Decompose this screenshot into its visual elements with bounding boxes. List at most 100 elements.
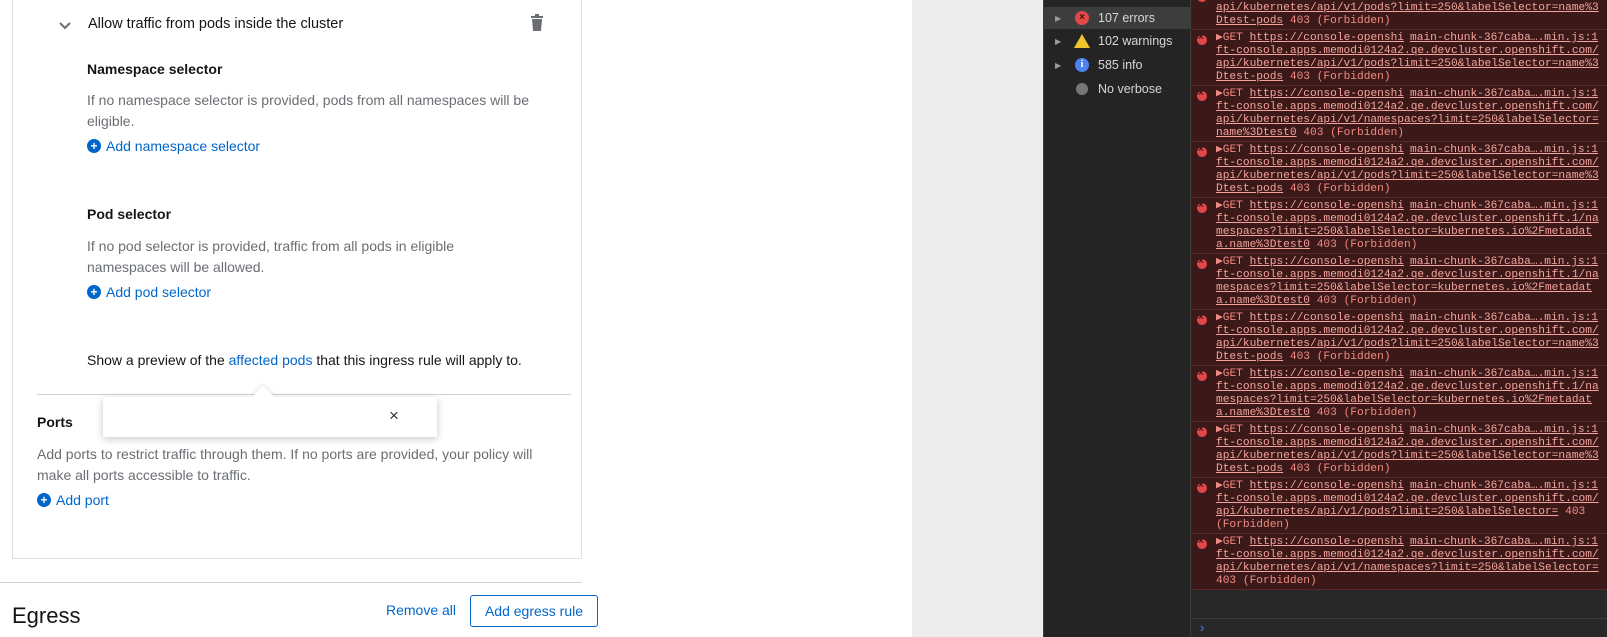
request-url-link[interactable]: https://console-openshi: [1250, 88, 1404, 100]
filter-label: 107 errors: [1098, 11, 1155, 25]
response-status: 403 (Forbidden): [1310, 239, 1418, 251]
expand-triangle-icon: ▶: [1055, 36, 1062, 46]
ports-help: Add ports to restrict traffic through th…: [37, 446, 533, 483]
console-prompt[interactable]: ›: [1192, 618, 1607, 637]
request-url[interactable]: ft-console.apps.memodi0124a2.qe.devclust…: [1216, 101, 1599, 139]
source-location-link[interactable]: main-chunk-367caba….min.js:1: [1410, 88, 1598, 100]
request-url[interactable]: ft-console.apps.memodi0124a2.qe.devclust…: [1216, 549, 1599, 574]
filter-label: 102 warnings: [1098, 34, 1173, 48]
source-location-link[interactable]: main-chunk-367caba….min.js:1: [1410, 480, 1598, 492]
affected-pods-link[interactable]: affected pods: [229, 352, 313, 368]
expand-triangle-icon: ▶: [1055, 13, 1062, 23]
source-location-link[interactable]: main-chunk-367caba….min.js:1: [1410, 32, 1598, 44]
chevron-down-icon[interactable]: [55, 15, 75, 35]
request-url-link[interactable]: https://console-openshi: [1250, 480, 1404, 492]
request-method: ▶GET: [1216, 256, 1250, 268]
filter-info[interactable]: ▶ i 585 info: [1044, 54, 1191, 76]
response-status: 403 (Forbidden): [1283, 183, 1391, 195]
plus-circle-icon: +: [37, 493, 51, 507]
devtools-console: ▶ × 107 errors ▶ 102 warnings ▶ i 585 in…: [1043, 0, 1607, 637]
bug-icon: [1076, 83, 1088, 95]
request-method: ▶GET: [1216, 368, 1250, 380]
response-status: 403 (Forbidden): [1310, 407, 1418, 419]
console-message: ▶GET https://console-openshi main-chunk-3…: [1216, 142, 1607, 197]
close-icon[interactable]: ×: [389, 407, 399, 425]
response-status: 403 (Forbidden): [1283, 71, 1391, 83]
request-url[interactable]: ft-console.apps.memodi0124a2.qe.devclust…: [1216, 493, 1599, 518]
console-error-entry[interactable]: ▶GET https://console-openshi main-chunk-3…: [1192, 86, 1607, 142]
add-namespace-selector-button[interactable]: + Add namespace selector: [87, 138, 260, 154]
console-error-entry[interactable]: ▶GET https://console-openshi main-chunk-3…: [1192, 254, 1607, 310]
console-error-entry[interactable]: ▶GET https://console-openshi main-chunk-3…: [1192, 30, 1607, 86]
response-status: 403 (Forbidden): [1283, 15, 1391, 27]
source-location-link[interactable]: main-chunk-367caba….min.js:1: [1410, 200, 1598, 212]
request-method: ▶GET: [1216, 536, 1250, 548]
pod-selector-title: Pod selector: [87, 206, 172, 222]
add-egress-rule-button[interactable]: Add egress rule: [470, 595, 598, 627]
error-icon: [1197, 368, 1207, 381]
add-port-label: Add port: [56, 492, 109, 508]
response-status: 403 (Forbidden): [1283, 463, 1391, 475]
filter-warnings[interactable]: ▶ 102 warnings: [1044, 30, 1191, 52]
add-pod-selector-button[interactable]: + Add pod selector: [87, 284, 211, 300]
source-location-link[interactable]: main-chunk-367caba….min.js:1: [1410, 368, 1598, 380]
console-error-entry[interactable]: ft-console.apps.memodi0124a2.qe.devclust…: [1192, 0, 1607, 30]
section-divider: [37, 394, 571, 395]
console-message: ft-console.apps.memodi0124a2.qe.devclust…: [1216, 0, 1607, 29]
source-location-link[interactable]: main-chunk-367caba….min.js:1: [1410, 424, 1598, 436]
console-message: ▶GET https://console-openshi main-chunk-3…: [1216, 366, 1607, 421]
add-pod-selector-label: Add pod selector: [106, 284, 212, 300]
console-error-entry[interactable]: ▶GET https://console-openshi main-chunk-3…: [1192, 142, 1607, 198]
request-url-link[interactable]: https://console-openshi: [1250, 424, 1404, 436]
console-error-entry[interactable]: ▶GET https://console-openshi main-chunk-3…: [1192, 198, 1607, 254]
console-error-entry[interactable]: ▶GET https://console-openshi main-chunk-3…: [1192, 534, 1607, 590]
error-icon: [1197, 256, 1207, 269]
error-icon: ×: [1075, 11, 1089, 25]
error-icon: [1197, 0, 1207, 2]
preview-text-after: that this ingress rule will apply to.: [312, 352, 522, 368]
request-url-link[interactable]: https://console-openshi: [1250, 256, 1404, 268]
source-location-link[interactable]: main-chunk-367caba….min.js:1: [1410, 144, 1598, 156]
request-url-link[interactable]: https://console-openshi: [1250, 200, 1404, 212]
request-method: ▶GET: [1216, 312, 1250, 324]
request-url[interactable]: ft-console.apps.memodi0124a2.qe.devclust…: [1216, 157, 1599, 195]
request-url[interactable]: ft-console.apps.memodi0124a2.qe.devclust…: [1216, 45, 1599, 83]
add-namespace-selector-label: Add namespace selector: [106, 138, 261, 154]
request-url[interactable]: ft-console.apps.memodi0124a2.qe.devclust…: [1216, 0, 1599, 27]
console-message: ▶GET https://console-openshi main-chunk-3…: [1216, 422, 1607, 477]
request-url[interactable]: ft-console.apps.memodi0124a2.qe.devclust…: [1216, 437, 1599, 475]
affected-pods-popover: ×: [103, 385, 437, 437]
request-method: ▶GET: [1216, 424, 1250, 436]
console-filter-sidebar: ▶ × 107 errors ▶ 102 warnings ▶ i 585 in…: [1044, 0, 1191, 637]
plus-circle-icon: +: [87, 139, 101, 153]
filter-verbose[interactable]: No verbose: [1044, 78, 1191, 100]
request-url-link[interactable]: https://console-openshi: [1250, 144, 1404, 156]
source-location-link[interactable]: main-chunk-367caba….min.js:1: [1410, 312, 1598, 324]
error-icon: [1197, 88, 1207, 101]
egress-title: Egress: [12, 603, 81, 628]
console-error-entry[interactable]: ▶GET https://console-openshi main-chunk-3…: [1192, 422, 1607, 478]
response-status: 403 (Forbidden): [1283, 351, 1391, 363]
request-url[interactable]: ft-console.apps.memodi0124a2.qe.devclust…: [1216, 325, 1599, 363]
request-method: ▶GET: [1216, 88, 1250, 100]
ports-title: Ports: [37, 414, 73, 430]
console-error-entry[interactable]: ▶GET https://console-openshi main-chunk-3…: [1192, 478, 1607, 534]
request-url-link[interactable]: https://console-openshi: [1250, 312, 1404, 324]
console-error-entry[interactable]: ▶GET https://console-openshi main-chunk-3…: [1192, 310, 1607, 366]
response-status: 403 (Forbidden): [1296, 127, 1404, 139]
pod-selector-help: If no pod selector is provided, traffic …: [87, 238, 455, 275]
rule-header: Allow traffic from pods inside the clust…: [13, 12, 583, 38]
source-location-link[interactable]: main-chunk-367caba….min.js:1: [1410, 536, 1598, 548]
remove-all-button[interactable]: Remove all: [386, 602, 456, 618]
request-url-link[interactable]: https://console-openshi: [1250, 536, 1404, 548]
error-icon: [1197, 536, 1207, 549]
source-location-link[interactable]: main-chunk-367caba….min.js:1: [1410, 256, 1598, 268]
trash-icon[interactable]: [527, 13, 547, 33]
console-error-entry[interactable]: ▶GET https://console-openshi main-chunk-3…: [1192, 366, 1607, 422]
filter-errors[interactable]: ▶ × 107 errors: [1044, 7, 1191, 29]
error-icon: [1197, 312, 1207, 325]
add-port-button[interactable]: + Add port: [37, 492, 109, 508]
request-url-link[interactable]: https://console-openshi: [1250, 368, 1404, 380]
console-message: ▶GET https://console-openshi main-chunk-3…: [1216, 30, 1607, 85]
request-url-link[interactable]: https://console-openshi: [1250, 32, 1404, 44]
